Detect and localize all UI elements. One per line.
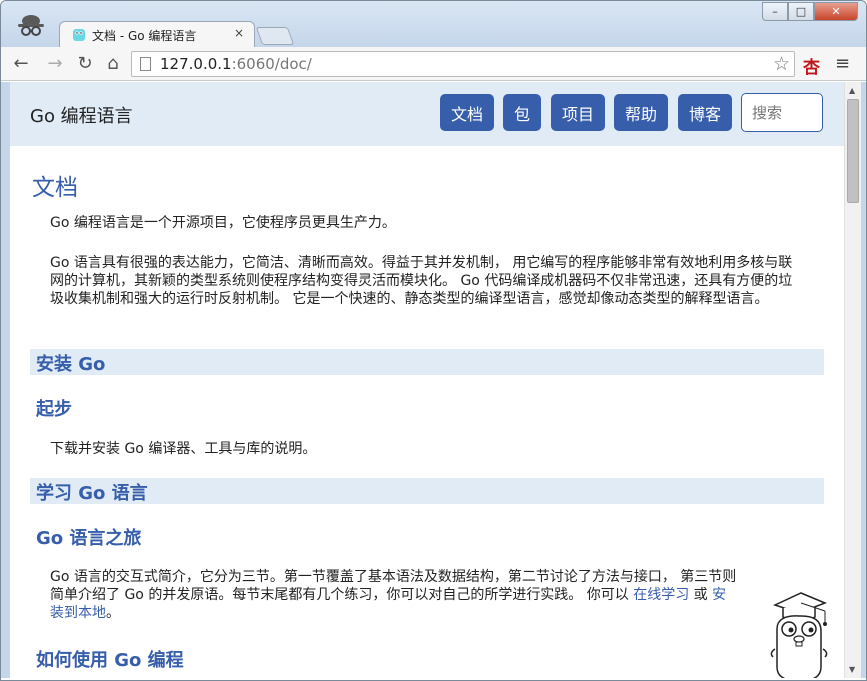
tab-title: 文档 - Go 编程语言 [92, 29, 197, 43]
intro-paragraph-2: Go 语言具有很强的表达能力，它简洁、清晰而高效。得益于其并发机制， 用它编写的… [50, 255, 793, 307]
page-scrollbar[interactable]: ▲ ▼ [844, 82, 861, 678]
maximize-button[interactable]: □ [788, 2, 814, 21]
site-title[interactable]: Go 编程语言 [30, 102, 133, 128]
bookmark-star-icon[interactable]: ☆ [773, 53, 790, 75]
nav-button-projects[interactable]: 项目 [551, 94, 605, 131]
scroll-down-icon[interactable]: ▼ [849, 665, 855, 674]
tour-text-end: 。 [106, 605, 120, 621]
nav-button-packages[interactable]: 包 [503, 94, 541, 131]
new-tab-button[interactable] [255, 27, 295, 45]
url-path: :6060/doc/ [231, 55, 312, 73]
subheading-getting-started[interactable]: 起步 [36, 395, 72, 421]
reload-icon[interactable]: ↻ [73, 52, 97, 76]
page-viewport: Go 编程语言 文档 包 项目 帮助 博客 文档 Go 编程语言是一个开源项目，… [10, 82, 844, 678]
tab-docs[interactable]: 文档 - Go 编程语言 × [59, 21, 255, 49]
tour-text-or: 或 [689, 587, 713, 603]
page-title: 文档 [32, 175, 78, 201]
forward-icon[interactable]: → [43, 52, 67, 76]
window-frame-right [861, 82, 866, 678]
incognito-icon [18, 15, 44, 36]
browser-toolbar: ← → ↻ ⌂ 127.0.0.1:6060/doc/ ☆ 杏 ≡ [1, 47, 866, 81]
back-icon[interactable]: ← [9, 52, 33, 76]
install-description: 下载并安装 Go 编译器、工具与库的说明。 [50, 441, 317, 457]
title-bar: 文档 - Go 编程语言 × – □ ✕ [1, 1, 866, 49]
nav-button-help[interactable]: 帮助 [614, 94, 668, 131]
home-icon[interactable]: ⌂ [101, 52, 125, 76]
scrollbar-thumb[interactable] [847, 99, 859, 203]
close-window-button[interactable]: ✕ [814, 2, 858, 21]
browser-window: 文档 - Go 编程语言 × – □ ✕ ← → ↻ ⌂ 127.0.0.1:6… [0, 0, 867, 681]
subheading-how-to-write-go[interactable]: 如何使用 Go 编程 [36, 646, 184, 672]
tour-description: Go 语言的交互式简介，它分为三节。第一节覆盖了基本语法及数据结构，第二节讨论了… [50, 568, 740, 622]
learn-online-link[interactable]: 在线学习 [633, 587, 689, 603]
gopher-favicon-icon [73, 29, 85, 41]
address-bar[interactable]: 127.0.0.1:6060/doc/ ☆ [131, 51, 795, 77]
section-heading-install: 安装 Go [30, 349, 824, 375]
page-icon [140, 57, 151, 71]
scroll-up-icon[interactable]: ▲ [849, 86, 855, 95]
url-text: 127.0.0.1:6060/doc/ [160, 55, 312, 73]
gopher-graduate-icon [770, 592, 828, 678]
minimize-button[interactable]: – [762, 2, 788, 21]
section-heading-learn: 学习 Go 语言 [30, 478, 824, 504]
intro-paragraph-1: Go 编程语言是一个开源项目，它使程序员更具生产力。 [50, 215, 396, 231]
subheading-tour[interactable]: Go 语言之旅 [36, 524, 141, 550]
browser-menu-icon[interactable]: ≡ [835, 53, 850, 74]
window-frame-left [1, 82, 10, 678]
search-input[interactable] [741, 93, 823, 132]
nav-button-docs[interactable]: 文档 [440, 94, 494, 131]
nav-button-blog[interactable]: 博客 [678, 94, 732, 131]
site-header: Go 编程语言 文档 包 项目 帮助 博客 [10, 82, 844, 146]
extension-icon[interactable]: 杏 [803, 53, 820, 78]
tab-close-icon[interactable]: × [234, 26, 244, 40]
url-host: 127.0.0.1 [160, 55, 232, 73]
